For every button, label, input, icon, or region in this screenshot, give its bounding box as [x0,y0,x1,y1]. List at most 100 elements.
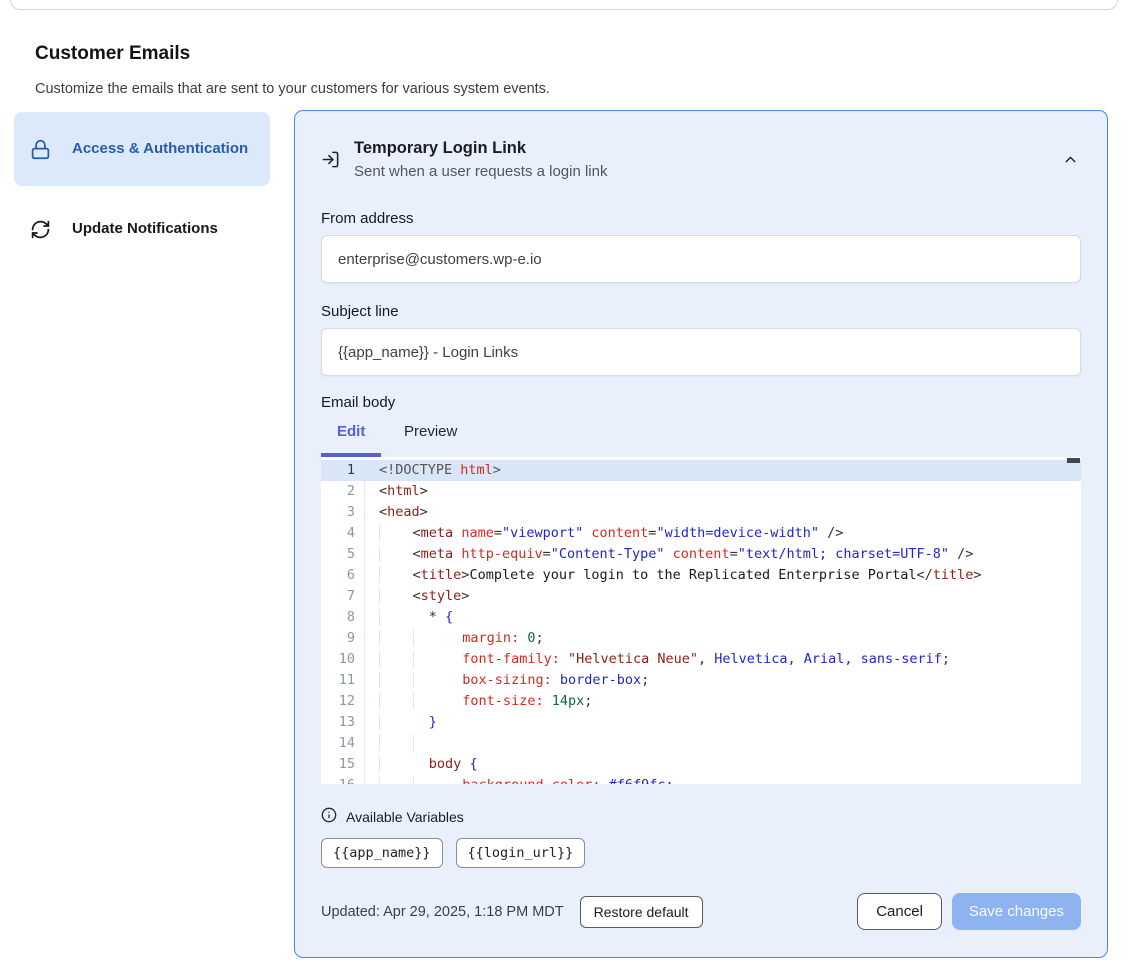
code-editor[interactable]: 1<!DOCTYPE html>2<html>3<head>4 <meta na… [321,457,1081,784]
code-line-content: <title>Complete your login to the Replic… [365,565,982,586]
code-token: > [420,504,428,520]
code-token: /> [949,546,973,562]
code-token: < [413,546,421,562]
code-line-content: } [365,712,437,733]
editor-scrollbar-thumb[interactable] [1067,458,1080,463]
code-line-content: <meta name="viewport" content="width=dev… [365,523,843,544]
code-line: 13 } [321,712,1081,733]
line-number: 15 [321,754,365,775]
code-line: 7 <style> [321,586,1081,607]
code-token: title [933,567,974,583]
line-number: 1 [321,460,365,481]
code-token [446,651,462,667]
code-token [413,714,429,730]
code-line: 6 <title>Complete your login to the Repl… [321,565,1081,586]
code-line-content: <html> [365,481,428,502]
code-token: ; [942,651,950,667]
code-token: http-equiv [461,546,542,562]
code-token: , [787,651,803,667]
code-token: < [413,525,421,541]
code-token: box-sizing: [462,672,551,688]
code-token: title [421,567,462,583]
code-token [379,630,413,646]
code-token: ; [584,693,592,709]
from-address-input[interactable] [321,235,1081,283]
line-number: 7 [321,586,365,607]
code-token: < [379,483,387,499]
info-icon [321,807,337,826]
code-token: < [379,504,387,520]
code-token: </ [916,567,932,583]
code-token: > [420,483,428,499]
code-token [544,693,552,709]
code-token: "Content-Type" [551,546,665,562]
code-line-content: margin: 0; [365,628,544,649]
code-line: 1<!DOCTYPE html> [321,460,1081,481]
code-line-content: background-color: #f6f9fc; [365,775,674,784]
code-token: html [460,462,493,478]
variable-chips: {{app_name}} {{login_url}} [321,838,1081,868]
code-token: "viewport" [502,525,583,541]
lock-icon [30,139,52,160]
temporary-login-link-card: Temporary Login Link Sent when a user re… [294,110,1108,958]
subject-line-input[interactable] [321,328,1081,376]
code-token [446,630,462,646]
line-number: 8 [321,607,365,628]
code-token: background-color: [462,777,600,784]
collapse-button[interactable] [1060,149,1081,173]
code-token [379,525,413,541]
code-token: < [413,567,421,583]
code-token [560,651,568,667]
code-token [379,672,413,688]
code-token: sans-serif [861,651,942,667]
line-number: 6 [321,565,365,586]
code-token: font-size: [462,693,543,709]
code-token [665,546,673,562]
variable-chip-login-url[interactable]: {{login_url}} [456,838,586,868]
code-token: = [494,525,502,541]
code-token: "text/html; charset=UTF-8" [738,546,949,562]
refresh-icon [30,219,52,240]
line-number: 13 [321,712,365,733]
code-token [379,777,413,784]
code-line-content [365,733,446,754]
tab-edit[interactable]: Edit [337,423,365,440]
line-number: 3 [321,502,365,523]
code-line: 4 <meta name="viewport" content="width=d… [321,523,1081,544]
code-token: { [469,756,477,772]
sidebar-item-update-notifications[interactable]: Update Notifications [14,204,270,254]
code-token: meta [421,525,454,541]
tab-preview[interactable]: Preview [404,423,457,440]
code-line-content: <meta http-equiv="Content-Type" content=… [365,544,973,565]
sidebar-item-label: Access & Authentication [72,138,248,160]
code-token: 14px [552,693,585,709]
code-token [413,756,429,772]
code-token: > [493,462,501,478]
code-token: Complete your login to the Replicated En… [469,567,916,583]
restore-default-button[interactable]: Restore default [580,896,703,928]
code-token: name [461,525,494,541]
code-line-content: <!DOCTYPE html> [365,460,501,481]
code-token [379,546,413,562]
code-token: { [445,609,453,625]
code-line-content: font-family: "Helvetica Neue", Helvetica… [365,649,950,670]
save-changes-button[interactable]: Save changes [952,893,1081,930]
variable-chip-app-name[interactable]: {{app_name}} [321,838,443,868]
code-token [379,588,413,604]
subject-line-label: Subject line [321,303,1081,320]
code-token: html [387,483,420,499]
code-line: 15 body { [321,754,1081,775]
code-token [413,777,447,784]
code-line: 2<html> [321,481,1081,502]
line-number: 4 [321,523,365,544]
code-token [379,609,413,625]
sidebar-item-access-authentication[interactable]: Access & Authentication [14,112,270,186]
code-token [600,777,608,784]
cancel-button[interactable]: Cancel [857,893,942,930]
code-token [413,735,447,751]
code-token: > [973,567,981,583]
code-token [413,672,447,688]
code-token: /> [819,525,843,541]
code-token: < [413,588,421,604]
updated-timestamp: Updated: Apr 29, 2025, 1:18 PM MDT [321,904,564,920]
